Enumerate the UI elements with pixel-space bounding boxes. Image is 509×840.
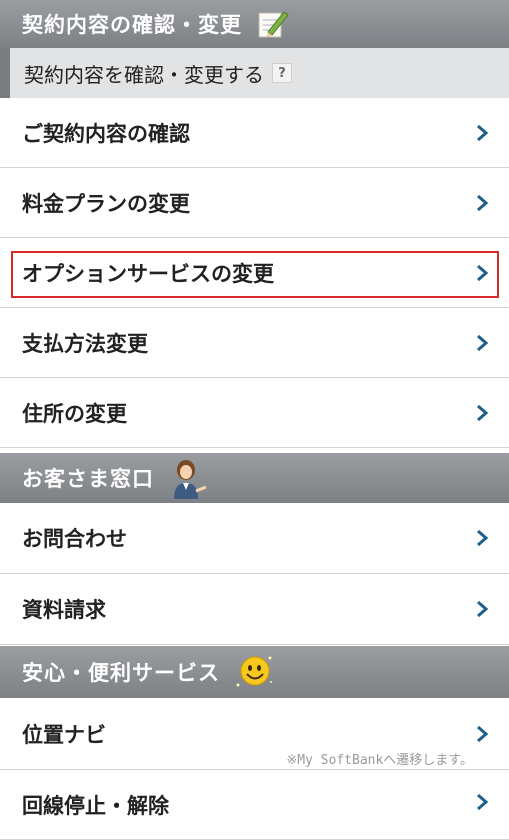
menu-item-contract-details[interactable]: ご契約内容の確認	[0, 98, 509, 168]
menu-item-plan-change[interactable]: 料金プランの変更	[0, 168, 509, 238]
subheader-title: 契約内容を確認・変更する	[24, 62, 264, 87]
menu-item-payment-method[interactable]: 支払方法変更	[0, 308, 509, 378]
chevron-right-icon	[477, 404, 489, 421]
section-title: 契約内容の確認・変更	[22, 13, 242, 37]
contract-section-header: 契約内容の確認・変更	[0, 0, 509, 48]
menu-item-label: 位置ナビ	[22, 722, 106, 747]
menu-item-label: 回線停止・解除	[22, 794, 169, 818]
menu-item-line-suspend[interactable]: 回線停止・解除	[0, 770, 509, 840]
support-staff-icon	[168, 457, 208, 499]
menu-item-label: 支払方法変更	[22, 331, 148, 356]
menu-item-label: 住所の変更	[22, 401, 127, 426]
help-icon[interactable]: ?	[272, 63, 292, 83]
menu-item-address-change[interactable]: 住所の変更	[0, 378, 509, 448]
menu-item-option-service-change[interactable]: オプションサービスの変更	[0, 238, 509, 308]
chevron-right-icon	[477, 334, 489, 351]
services-section-header: 安心・便利サービス	[0, 646, 509, 698]
menu-item-inquiry[interactable]: お問合わせ	[0, 503, 509, 574]
section-title: 安心・便利サービス	[22, 661, 220, 685]
redirect-note: ※My SoftBankへ遷移します。	[286, 753, 473, 768]
chevron-right-icon	[477, 725, 489, 742]
chevron-right-icon	[477, 529, 489, 547]
menu-item-label: お問合わせ	[22, 527, 127, 551]
menu-item-label: ご契約内容の確認	[22, 121, 190, 146]
chevron-right-icon	[477, 194, 489, 211]
support-section-header: お客さま窓口	[0, 453, 509, 503]
chevron-right-icon	[477, 600, 489, 618]
smiley-icon	[234, 652, 274, 692]
menu-item-label: 資料請求	[22, 598, 106, 622]
chevron-right-icon	[477, 793, 489, 811]
menu-item-document-request[interactable]: 資料請求	[0, 574, 509, 645]
chevron-right-icon	[477, 124, 489, 141]
chevron-right-icon	[477, 264, 489, 281]
contract-subheader: 契約内容を確認・変更する ?	[0, 48, 509, 98]
menu-item-label: 料金プランの変更	[22, 191, 190, 216]
notepad-pencil-icon	[256, 8, 290, 40]
section-title: お客さま窓口	[22, 467, 154, 491]
menu-item-label: オプションサービスの変更	[22, 261, 274, 286]
